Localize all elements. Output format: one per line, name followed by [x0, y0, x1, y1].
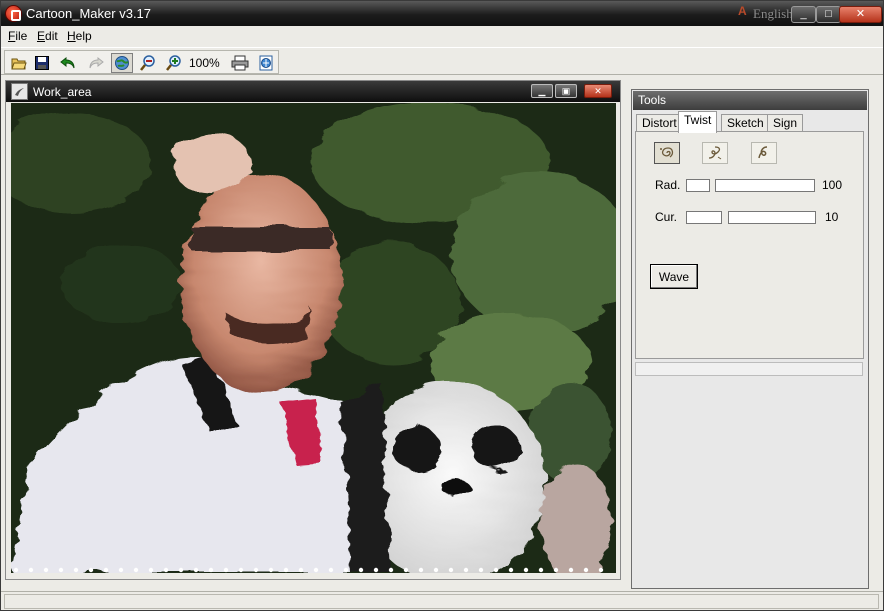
language-indicator[interactable]: English [753, 6, 793, 22]
maximize-button[interactable]: □ [816, 6, 841, 23]
cartoon-photo [11, 103, 616, 573]
status-bar [1, 591, 883, 610]
rad-label: Rad. [655, 178, 681, 192]
undo-button[interactable] [57, 53, 79, 73]
menu-edit[interactable]: Edit [37, 29, 58, 43]
tools-status-strip [635, 362, 863, 376]
twist-tab-panel: Rad. 100 Cur. 10 Wave [635, 131, 864, 359]
cur-label: Cur. [655, 210, 678, 224]
cur-slider[interactable] [728, 211, 816, 224]
work-area-title-bar: Work_area ▁ ▣ ✕ [6, 81, 620, 102]
curl-icon [758, 146, 768, 159]
menu-bar: File Edit Help [1, 26, 883, 46]
swirl-icon [660, 147, 674, 158]
image-canvas[interactable] [11, 103, 616, 573]
tab-sign[interactable]: Sign [767, 114, 804, 132]
rad-value: 100 [822, 178, 843, 192]
work-area-window: Work_area ▁ ▣ ✕ [5, 80, 621, 580]
toolbar-group: 100% [4, 50, 279, 74]
close-button[interactable]: ✕ [839, 6, 882, 23]
spiral-mode-button[interactable] [702, 142, 728, 164]
curl-mode-button[interactable] [751, 142, 777, 164]
rad-slider[interactable] [715, 179, 815, 192]
work-area-title: Work_area [33, 85, 92, 99]
language-icon[interactable]: A [738, 4, 752, 18]
undo-arrow-icon [60, 56, 75, 69]
web-page-icon [259, 55, 273, 71]
status-cell [4, 594, 879, 609]
cur-input[interactable] [686, 211, 722, 224]
tab-sketch[interactable]: Sketch [721, 114, 770, 132]
zoom-out-button[interactable] [137, 53, 159, 73]
app-window: Cartoon_Maker v3.17 A English _ □ ✕ File… [0, 0, 884, 611]
printer-icon [231, 55, 249, 71]
cur-value: 10 [825, 210, 839, 224]
zoom-in-button[interactable] [163, 53, 185, 73]
save-button[interactable] [31, 53, 53, 73]
redo-button[interactable] [85, 53, 107, 73]
tab-distort[interactable]: Distort [636, 114, 683, 132]
redo-arrow-icon [89, 56, 104, 69]
open-button[interactable] [8, 53, 30, 73]
document-icon [11, 83, 28, 100]
folder-open-icon [11, 58, 27, 70]
print-button[interactable] [229, 53, 251, 73]
tools-panel: Tools Distort Twist Sketch Sign Rad. 100… [631, 89, 869, 589]
rad-input[interactable] [686, 179, 710, 192]
zoom-out-icon [140, 55, 155, 71]
zoom-in-icon [166, 55, 181, 71]
app-logo-icon [5, 5, 22, 22]
minimize-button[interactable]: _ [791, 6, 816, 23]
work-area-close-button[interactable]: ✕ [584, 84, 612, 98]
fit-view-button[interactable] [111, 53, 133, 73]
tools-title: Tools [633, 91, 867, 110]
work-area-maximize-button[interactable]: ▣ [555, 84, 577, 98]
zoom-level: 100% [189, 56, 220, 70]
globe-icon [115, 56, 129, 70]
app-title: Cartoon_Maker v3.17 [26, 6, 152, 21]
work-area-minimize-button[interactable]: ▁ [531, 84, 553, 98]
menu-help[interactable]: Help [67, 29, 92, 43]
floppy-disk-icon [35, 56, 49, 70]
toolbar: 100% [1, 47, 883, 75]
wave-button[interactable]: Wave [650, 264, 698, 289]
menu-file[interactable]: File [8, 29, 27, 43]
tab-twist[interactable]: Twist [678, 111, 718, 133]
title-bar: Cartoon_Maker v3.17 A English _ □ ✕ [1, 1, 883, 26]
export-web-button[interactable] [255, 53, 277, 73]
spiral-icon [708, 146, 722, 160]
twist-mode-button[interactable] [654, 142, 680, 164]
